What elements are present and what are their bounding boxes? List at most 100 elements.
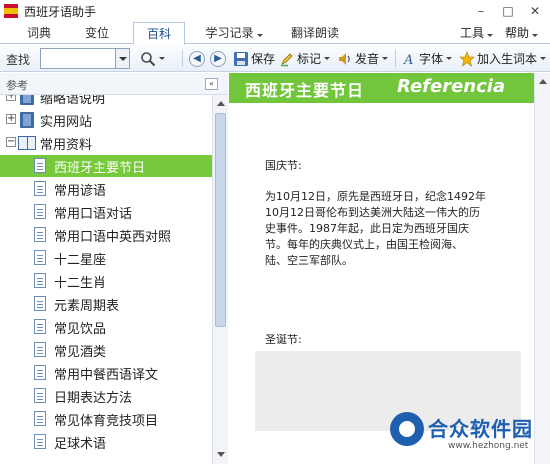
- tree-item-date-expressions[interactable]: 日期表达方法: [0, 385, 212, 407]
- minimize-button[interactable]: –: [466, 0, 496, 22]
- tree-item-zodiac-signs[interactable]: 十二星座: [0, 247, 212, 269]
- back-button[interactable]: ◀: [189, 49, 205, 68]
- mark-button[interactable]: 标记: [279, 49, 331, 68]
- section-heading: 圣诞节:: [265, 333, 302, 346]
- collapse-sidebar-button[interactable]: «: [205, 78, 218, 90]
- pronounce-label: 发音: [355, 52, 380, 66]
- tree-item-websites[interactable]: + 实用网站: [0, 109, 212, 131]
- font-label: 字体: [419, 52, 444, 66]
- tree-item-football-terms[interactable]: 足球术语: [0, 431, 212, 453]
- book-icon: [20, 112, 34, 128]
- tree-item-oral-dialogues[interactable]: 常用口语对话: [0, 201, 212, 223]
- save-label: 保存: [251, 52, 276, 66]
- expand-icon[interactable]: +: [6, 95, 16, 101]
- paragraph-line: 为10月12日，原先是西班牙日，纪念1492年: [265, 190, 486, 203]
- tab-conjugation[interactable]: 变位: [76, 22, 118, 44]
- tree-item-label: 常用资料: [40, 138, 93, 153]
- tree-item-proverbs[interactable]: 常用谚语: [0, 178, 212, 200]
- tree-item-label: 常见酒类: [54, 345, 107, 360]
- sidebar-scrollbar[interactable]: [212, 95, 228, 464]
- help-menu[interactable]: 帮助: [505, 22, 539, 44]
- paragraph-line: 节。每年的庆典仪式上，由国王检阅海、: [265, 238, 463, 251]
- tab-bar: 词典 变位 百科 学习记录 翻译朗读 工具 帮助: [0, 22, 550, 45]
- toolbar-divider: [395, 50, 396, 67]
- star-icon: [459, 50, 475, 67]
- speaker-icon: [339, 52, 350, 65]
- font-button[interactable]: A 字体: [401, 49, 453, 68]
- tab-dictionary[interactable]: 词典: [18, 22, 60, 44]
- tree-item-label: 常见体育竞技项目: [54, 414, 159, 429]
- page-title: 西班牙主要节日: [245, 81, 365, 100]
- tab-study-record-label: 学习记录: [205, 26, 254, 40]
- tab-study-record[interactable]: 学习记录: [197, 22, 271, 44]
- tree-item-label: 十二星座: [54, 253, 107, 268]
- tree-item-drinks[interactable]: 常见饮品: [0, 316, 212, 338]
- tab-encyclopedia[interactable]: 百科: [133, 22, 185, 45]
- tree-item-label: 常用口语对话: [54, 207, 133, 222]
- site-watermark: 合众软件园 www.hezhong.net: [380, 405, 550, 464]
- pronounce-button[interactable]: 发音: [337, 49, 389, 68]
- tools-menu[interactable]: 工具: [460, 22, 494, 44]
- scroll-down-icon[interactable]: [213, 447, 228, 462]
- tree-item-sports[interactable]: 常见体育竞技项目: [0, 408, 212, 430]
- tree-item-common-materials[interactable]: − 常用资料: [0, 132, 212, 154]
- tree-item-periodic-table[interactable]: 元素周期表: [0, 293, 212, 315]
- font-letter-icon: A: [403, 53, 413, 67]
- highlighter-pen-icon: [281, 52, 293, 66]
- document-icon: [34, 296, 46, 311]
- tree-item-label: 缩略语说明: [40, 95, 106, 107]
- search-input[interactable]: [40, 48, 130, 69]
- mark-label: 标记: [297, 52, 322, 66]
- svg-text:A: A: [403, 53, 413, 67]
- document-icon: [34, 319, 46, 334]
- help-menu-label: 帮助: [505, 26, 530, 40]
- save-button[interactable]: 保存: [233, 49, 275, 68]
- scroll-up-icon[interactable]: [213, 96, 228, 111]
- content-header: 西班牙主要节日 Referencia: [229, 73, 534, 103]
- section-paragraph: 为10月12日，原先是西班牙日，纪念1492年 10月12日哥伦布到达美洲大陆这…: [265, 189, 505, 269]
- chevron-down-icon: [540, 57, 547, 60]
- paragraph-line: 陆、空三军部队。: [265, 254, 353, 267]
- sidebar-header: 参考 «: [0, 73, 228, 95]
- reference-tree: + 缩略语说明 + 实用网站 − 常用资料 西班牙主要节日 常用谚语 常用口语对…: [0, 95, 212, 464]
- toolbar: 查找 ◀ ▶ 保存 标记 发音 A 字体 加入生词本: [0, 45, 550, 72]
- title-bar: 西班牙语助手 – □ ✕: [0, 0, 550, 22]
- document-icon: [34, 411, 46, 426]
- add-vocab-button[interactable]: 加入生词本: [459, 49, 547, 68]
- tree-item-label: 足球术语: [54, 437, 107, 452]
- scroll-up-icon[interactable]: [535, 74, 550, 89]
- search-button[interactable]: [140, 49, 165, 68]
- collapse-icon[interactable]: −: [6, 137, 16, 147]
- document-icon: [34, 273, 46, 288]
- paragraph-line: 10月12日哥伦布到达美洲大陆这一伟大的历: [265, 206, 480, 219]
- tree-item-label: 实用网站: [40, 115, 93, 130]
- back-arrow-icon: ◀: [189, 50, 205, 67]
- tree-item-spanish-holidays[interactable]: 西班牙主要节日: [0, 155, 212, 177]
- tree-item-oral-comparison[interactable]: 常用口语中英西对照: [0, 224, 212, 246]
- tree-item-label: 常见饮品: [54, 322, 107, 337]
- document-icon: [34, 388, 46, 403]
- chevron-down-icon: [159, 57, 165, 60]
- tree-item-chinese-zodiac[interactable]: 十二生肖: [0, 270, 212, 292]
- watermark-name: 合众软件园: [428, 417, 533, 441]
- sidebar-scroll-thumb[interactable]: [215, 113, 226, 327]
- forward-arrow-icon: ▶: [210, 50, 226, 67]
- window-title: 西班牙语助手: [24, 4, 97, 19]
- close-button[interactable]: ✕: [520, 0, 550, 22]
- search-dropdown-button[interactable]: [115, 49, 129, 68]
- tab-translate-read[interactable]: 翻译朗读: [282, 22, 348, 44]
- forward-button[interactable]: ▶: [210, 49, 226, 68]
- document-icon: [34, 158, 46, 173]
- book-icon: [20, 95, 34, 105]
- tree-item-label: 常用口语中英西对照: [54, 230, 172, 245]
- tree-item-label: 十二生肖: [54, 276, 107, 291]
- tree-item-label: 日期表达方法: [54, 391, 133, 406]
- maximize-button[interactable]: □: [493, 0, 523, 22]
- expand-icon[interactable]: +: [6, 114, 16, 124]
- tree-item-wines[interactable]: 常见酒类: [0, 339, 212, 361]
- paragraph-line: 史事件。1987年起，此日定为西班牙国庆: [265, 222, 469, 235]
- tree-item-label: 常用谚语: [54, 184, 107, 199]
- tree-item-chinese-food[interactable]: 常用中餐西语译文: [0, 362, 212, 384]
- chevron-down-icon: [382, 57, 389, 60]
- tree-item-abbreviations[interactable]: + 缩略语说明: [0, 95, 212, 108]
